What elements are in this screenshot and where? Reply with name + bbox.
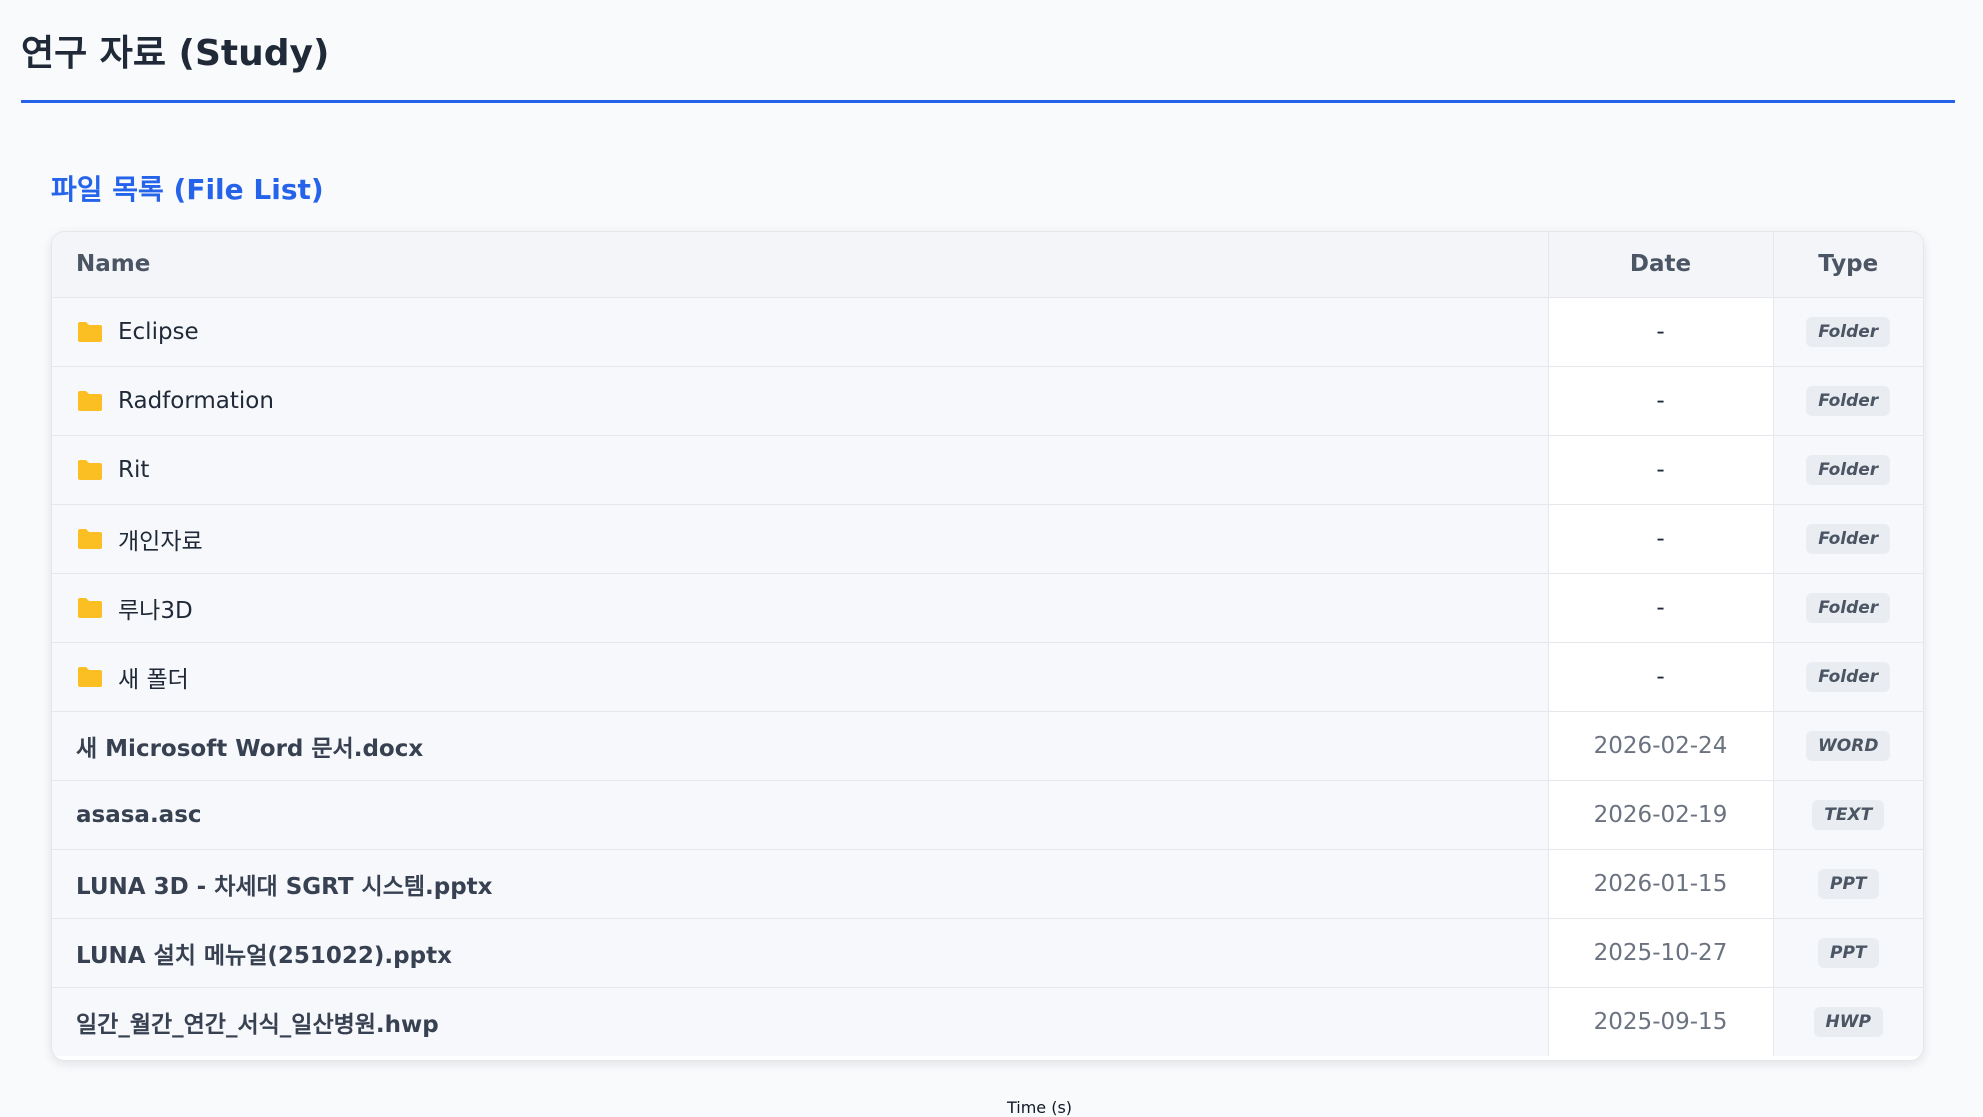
type-badge: HWP bbox=[1813, 1006, 1883, 1037]
x-axis-label: Time (s) bbox=[1006, 1098, 1073, 1117]
cell-name[interactable]: 개인자료 bbox=[52, 504, 1548, 574]
name-wrapper: asasa.asc bbox=[76, 802, 1548, 828]
name-wrapper: 새 폴더 bbox=[76, 660, 1548, 694]
name-wrapper: Rit bbox=[76, 457, 1548, 483]
cell-type: Folder bbox=[1772, 366, 1923, 436]
table-row[interactable]: Rit - Folder bbox=[52, 435, 1923, 505]
cell-type: Folder bbox=[1772, 573, 1923, 643]
file-table: Name Date Type Eclipse - Folder Radformatio… bbox=[52, 232, 1923, 1056]
cell-name[interactable]: asasa.asc bbox=[52, 780, 1548, 850]
cell-type: Folder bbox=[1772, 642, 1923, 712]
column-header-type[interactable]: Type bbox=[1772, 232, 1923, 298]
section-title: 파일 목록 (File List) bbox=[51, 173, 324, 206]
type-badge: PPT bbox=[1817, 937, 1879, 968]
cell-date: - bbox=[1547, 435, 1773, 505]
type-badge: Folder bbox=[1806, 661, 1891, 692]
folder-name: Eclipse bbox=[118, 318, 199, 345]
name-wrapper: 개인자료 bbox=[76, 522, 1548, 556]
cell-date: - bbox=[1547, 504, 1773, 574]
table-row[interactable]: Eclipse - Folder bbox=[52, 297, 1923, 367]
cell-type: PPT bbox=[1772, 849, 1923, 919]
name-wrapper: LUNA 설치 메뉴얼(251022).pptx bbox=[76, 936, 1548, 970]
cell-type: WORD bbox=[1772, 711, 1923, 781]
cell-name[interactable]: 일간_월간_연간_서식_일산병원.hwp bbox=[52, 987, 1548, 1056]
file-name: LUNA 3D - 차세대 SGRT 시스템.pptx bbox=[76, 873, 493, 900]
cell-type: Folder bbox=[1772, 297, 1923, 367]
folder-icon bbox=[78, 321, 102, 342]
cell-date: - bbox=[1547, 642, 1773, 712]
page-title: 연구 자료 (Study) bbox=[21, 33, 330, 74]
table-row[interactable]: 루나3D - Folder bbox=[52, 573, 1923, 643]
folder-icon bbox=[78, 666, 102, 687]
folder-name: Rit bbox=[118, 456, 150, 483]
type-badge: Folder bbox=[1806, 454, 1891, 485]
cell-type: HWP bbox=[1772, 987, 1923, 1056]
folder-icon bbox=[78, 528, 102, 549]
cell-type: PPT bbox=[1772, 918, 1923, 988]
table-row[interactable]: 새 Microsoft Word 문서.docx 2026-02-24 WORD bbox=[52, 711, 1923, 781]
file-name: 일간_월간_연간_서식_일산병원.hwp bbox=[76, 1011, 439, 1038]
file-table-container: Name Date Type Eclipse - Folder Radformatio… bbox=[51, 231, 1924, 1061]
cell-date: - bbox=[1547, 366, 1773, 436]
folder-icon bbox=[78, 459, 102, 480]
type-badge: Folder bbox=[1806, 385, 1891, 416]
folder-name: 새 폴더 bbox=[118, 666, 189, 693]
cell-date: 2026-02-24 bbox=[1547, 711, 1773, 781]
page: 연구 자료 (Study) 파일 목록 (File List) Name Dat… bbox=[0, 0, 1983, 1117]
folder-icon bbox=[78, 597, 102, 618]
name-wrapper: Radformation bbox=[76, 388, 1548, 414]
cell-name[interactable]: 새 폴더 bbox=[52, 642, 1548, 712]
cell-name[interactable]: Eclipse bbox=[52, 297, 1548, 367]
table-header-row: Name Date Type bbox=[52, 232, 1923, 298]
cell-date: 2026-02-19 bbox=[1547, 780, 1773, 850]
folder-icon bbox=[78, 390, 102, 411]
table-row[interactable]: 일간_월간_연간_서식_일산병원.hwp 2025-09-15 HWP bbox=[52, 987, 1923, 1056]
table-row[interactable]: LUNA 3D - 차세대 SGRT 시스템.pptx 2026-01-15 PPT bbox=[52, 849, 1923, 919]
cell-date: 2026-01-15 bbox=[1547, 849, 1773, 919]
cell-type: Folder bbox=[1772, 435, 1923, 505]
cell-date: - bbox=[1547, 573, 1773, 643]
cell-name[interactable]: 새 Microsoft Word 문서.docx bbox=[52, 711, 1548, 781]
name-wrapper: 일간_월간_연간_서식_일산병원.hwp bbox=[76, 1005, 1548, 1039]
name-wrapper: 루나3D bbox=[76, 591, 1548, 625]
cell-name[interactable]: LUNA 설치 메뉴얼(251022).pptx bbox=[52, 918, 1548, 988]
type-badge: WORD bbox=[1806, 730, 1891, 761]
cell-date: 2025-10-27 bbox=[1547, 918, 1773, 988]
type-badge: TEXT bbox=[1812, 799, 1885, 830]
column-header-date[interactable]: Date bbox=[1547, 232, 1773, 298]
cell-type: TEXT bbox=[1772, 780, 1923, 850]
cell-name[interactable]: Rit bbox=[52, 435, 1548, 505]
page-header: 연구 자료 (Study) bbox=[21, 0, 1955, 103]
table-row[interactable]: 새 폴더 - Folder bbox=[52, 642, 1923, 712]
cell-name[interactable]: Radformation bbox=[52, 366, 1548, 436]
name-wrapper: 새 Microsoft Word 문서.docx bbox=[76, 729, 1548, 763]
file-name: LUNA 설치 메뉴얼(251022).pptx bbox=[76, 942, 452, 969]
type-badge: PPT bbox=[1817, 868, 1879, 899]
name-wrapper: Eclipse bbox=[76, 319, 1548, 345]
table-row[interactable]: LUNA 설치 메뉴얼(251022).pptx 2025-10-27 PPT bbox=[52, 918, 1923, 988]
table-row[interactable]: asasa.asc 2026-02-19 TEXT bbox=[52, 780, 1923, 850]
file-name: 새 Microsoft Word 문서.docx bbox=[76, 735, 424, 762]
folder-name: 개인자료 bbox=[118, 528, 203, 555]
name-wrapper: LUNA 3D - 차세대 SGRT 시스템.pptx bbox=[76, 867, 1548, 901]
file-name: asasa.asc bbox=[76, 801, 202, 828]
cell-name[interactable]: 루나3D bbox=[52, 573, 1548, 643]
cell-date: - bbox=[1547, 297, 1773, 367]
type-badge: Folder bbox=[1806, 523, 1891, 554]
type-badge: Folder bbox=[1806, 316, 1891, 347]
cell-type: Folder bbox=[1772, 504, 1923, 574]
cell-date: 2025-09-15 bbox=[1547, 987, 1773, 1056]
folder-name: Radformation bbox=[118, 387, 274, 414]
type-badge: Folder bbox=[1806, 592, 1891, 623]
file-table-body: Eclipse - Folder Radformation - Folder Rit - Fol… bbox=[52, 297, 1923, 1056]
folder-name: 루나3D bbox=[118, 597, 193, 624]
table-row[interactable]: 개인자료 - Folder bbox=[52, 504, 1923, 574]
column-header-name[interactable]: Name bbox=[52, 232, 1548, 298]
table-row[interactable]: Radformation - Folder bbox=[52, 366, 1923, 436]
cell-name[interactable]: LUNA 3D - 차세대 SGRT 시스템.pptx bbox=[52, 849, 1548, 919]
